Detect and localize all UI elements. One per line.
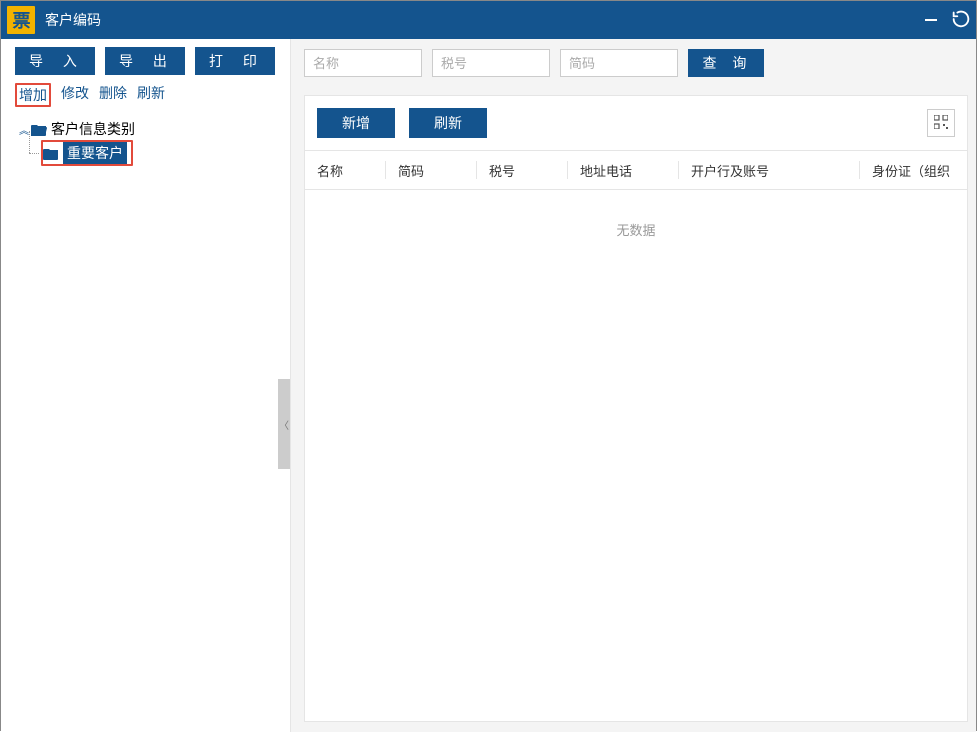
- code-input[interactable]: [560, 49, 678, 77]
- modify-action[interactable]: 修改: [61, 83, 89, 107]
- folder-icon: [43, 147, 59, 159]
- export-button[interactable]: 导 出: [105, 47, 185, 75]
- tree-root-item[interactable]: ︽ 客户信息类别: [17, 117, 290, 141]
- category-tree: ︽ 客户信息类别 重要客户: [1, 117, 290, 165]
- table-body: 无数据: [304, 190, 968, 722]
- qrcode-icon: [934, 115, 948, 132]
- refresh-action[interactable]: 刷新: [137, 83, 165, 107]
- col-taxno: 税号: [477, 161, 567, 180]
- sidebar: 导 入 导 出 打 印 增加 修改 删除 刷新 ︽ 客户信息类别: [1, 39, 291, 732]
- search-row: 查 询: [304, 49, 968, 77]
- new-button[interactable]: 新增: [317, 108, 395, 138]
- delete-action[interactable]: 删除: [99, 83, 127, 107]
- empty-text: 无数据: [616, 223, 655, 238]
- add-action[interactable]: 增加: [15, 83, 51, 107]
- minimize-icon: [925, 19, 937, 21]
- table-header: 名称 简码 税号 地址电话 开户行及账号 身份证（组织: [304, 150, 968, 190]
- tree-child-item[interactable]: 重要客户: [41, 141, 290, 165]
- col-idorg: 身份证（组织: [860, 161, 967, 180]
- titlebar: 票 客户编码: [1, 1, 976, 39]
- col-code: 简码: [386, 161, 476, 180]
- import-button[interactable]: 导 入: [15, 47, 95, 75]
- refresh-button[interactable]: 刷新: [409, 108, 487, 138]
- chevron-left-icon: 〈: [279, 417, 289, 432]
- tree-child-label: 重要客户: [63, 142, 127, 164]
- sidebar-collapse-handle[interactable]: 〈: [278, 379, 290, 469]
- col-bankacct: 开户行及账号: [679, 161, 859, 180]
- main-panel: 查 询 新增 刷新 名称 简码 税号 地址电话 开户行及账号 身份证（组织 无数…: [291, 39, 976, 732]
- name-input[interactable]: [304, 49, 422, 77]
- window-title: 客户编码: [45, 10, 101, 30]
- col-name: 名称: [305, 161, 385, 180]
- query-button[interactable]: 查 询: [688, 49, 764, 77]
- back-arrow-icon: [950, 8, 972, 33]
- back-button[interactable]: [946, 1, 976, 39]
- app-logo: 票: [7, 6, 35, 34]
- folder-open-icon: [31, 123, 47, 135]
- minimize-button[interactable]: [916, 1, 946, 39]
- taxno-input[interactable]: [432, 49, 550, 77]
- col-addrtel: 地址电话: [568, 161, 678, 180]
- tree-root-label: 客户信息类别: [51, 119, 135, 139]
- operations-row: 新增 刷新: [304, 95, 968, 150]
- qrcode-button[interactable]: [927, 109, 955, 137]
- print-button[interactable]: 打 印: [195, 47, 275, 75]
